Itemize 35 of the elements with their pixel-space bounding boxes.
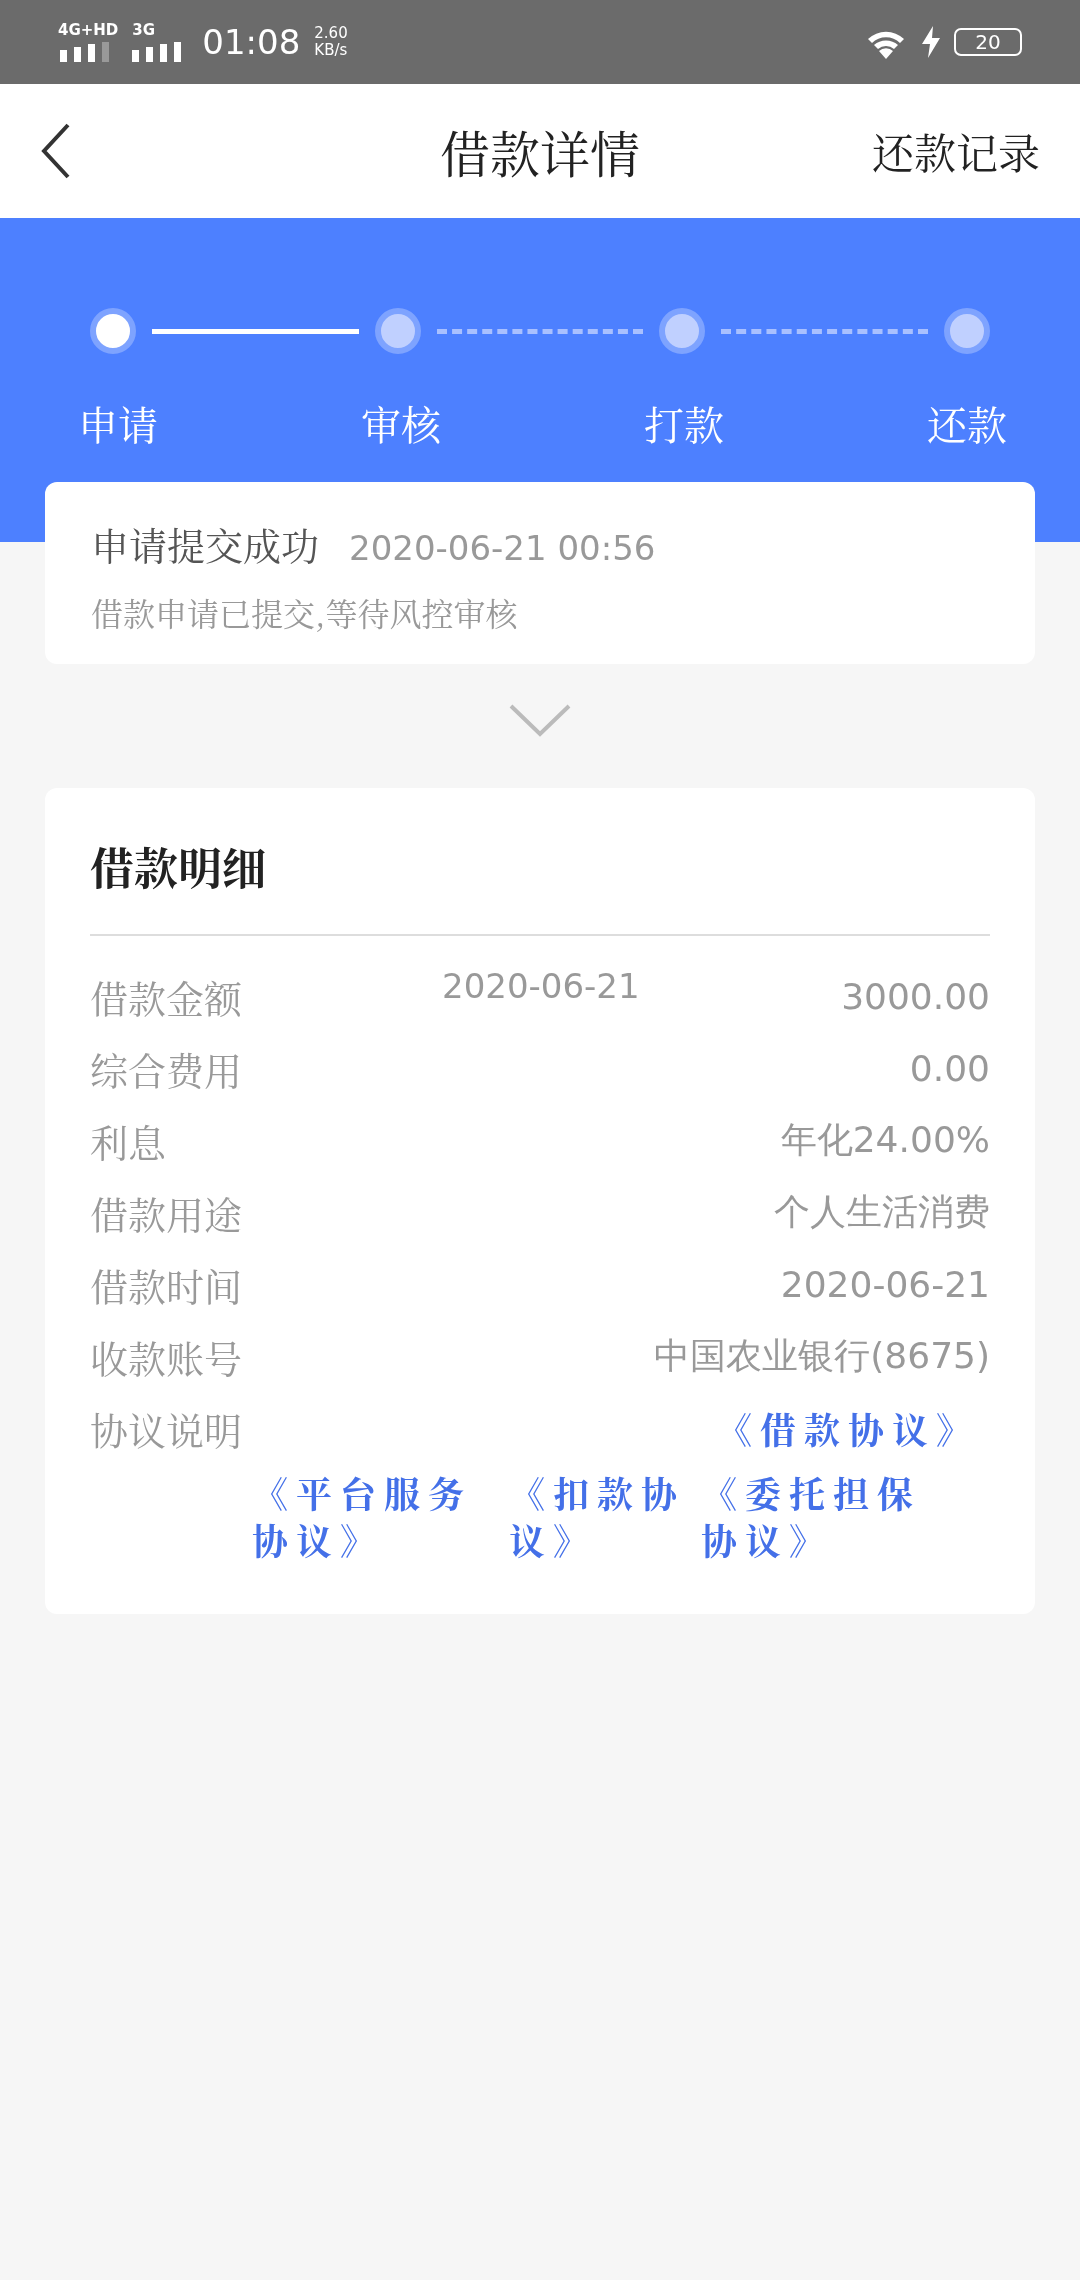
- detail-label: 利息: [90, 1112, 166, 1168]
- status-message: 借款申请已提交,等待风控审核: [91, 589, 519, 635]
- status-time: 2020-06-21 00:56: [349, 528, 656, 568]
- clock: 01:08: [202, 22, 301, 62]
- agreement-link[interactable]: 《借款协议》: [716, 1402, 980, 1454]
- step-label: 还款: [927, 394, 1007, 451]
- page-title: 借款详情: [440, 115, 640, 187]
- detail-date: 2020-06-21: [442, 966, 640, 1006]
- agreement-link[interactable]: 《扣款协议》: [509, 1470, 701, 1564]
- agreement-link[interactable]: 《委托担保协议》: [701, 1470, 941, 1564]
- battery-icon: 20: [954, 28, 1022, 56]
- repayment-records-link[interactable]: 还款记录: [872, 121, 1040, 181]
- detail-label: 借款金额: [90, 968, 242, 1024]
- detail-value: 年化24.00%: [780, 1117, 990, 1162]
- agreement-link[interactable]: 《平台服务协议》: [252, 1470, 509, 1564]
- details-title: 借款明细: [90, 834, 990, 936]
- detail-value: 3000.00: [841, 975, 990, 1017]
- network-speed: 2.60: [314, 25, 348, 42]
- detail-label: 借款用途: [90, 1184, 242, 1240]
- step-label: 申请: [78, 394, 158, 451]
- detail-label: 协议说明: [90, 1400, 242, 1456]
- speed-unit: KB/s: [314, 42, 348, 59]
- detail-value: 个人生活消费: [774, 1189, 990, 1234]
- detail-value: 2020-06-21: [780, 1263, 990, 1305]
- detail-value: 中国农业银行(8675): [654, 1333, 990, 1378]
- detail-label: 收款账号: [90, 1328, 242, 1384]
- detail-label: 借款时间: [90, 1256, 242, 1312]
- step-label: 审核: [361, 394, 441, 451]
- network-label: 3G: [132, 22, 156, 38]
- detail-label: 综合费用: [90, 1040, 242, 1096]
- step-label: 打款: [644, 394, 724, 451]
- status-title: 申请提交成功: [91, 516, 319, 571]
- network-label: 4G+HD: [58, 22, 119, 38]
- detail-value: 0.00: [909, 1047, 990, 1089]
- charging-icon: [922, 26, 940, 58]
